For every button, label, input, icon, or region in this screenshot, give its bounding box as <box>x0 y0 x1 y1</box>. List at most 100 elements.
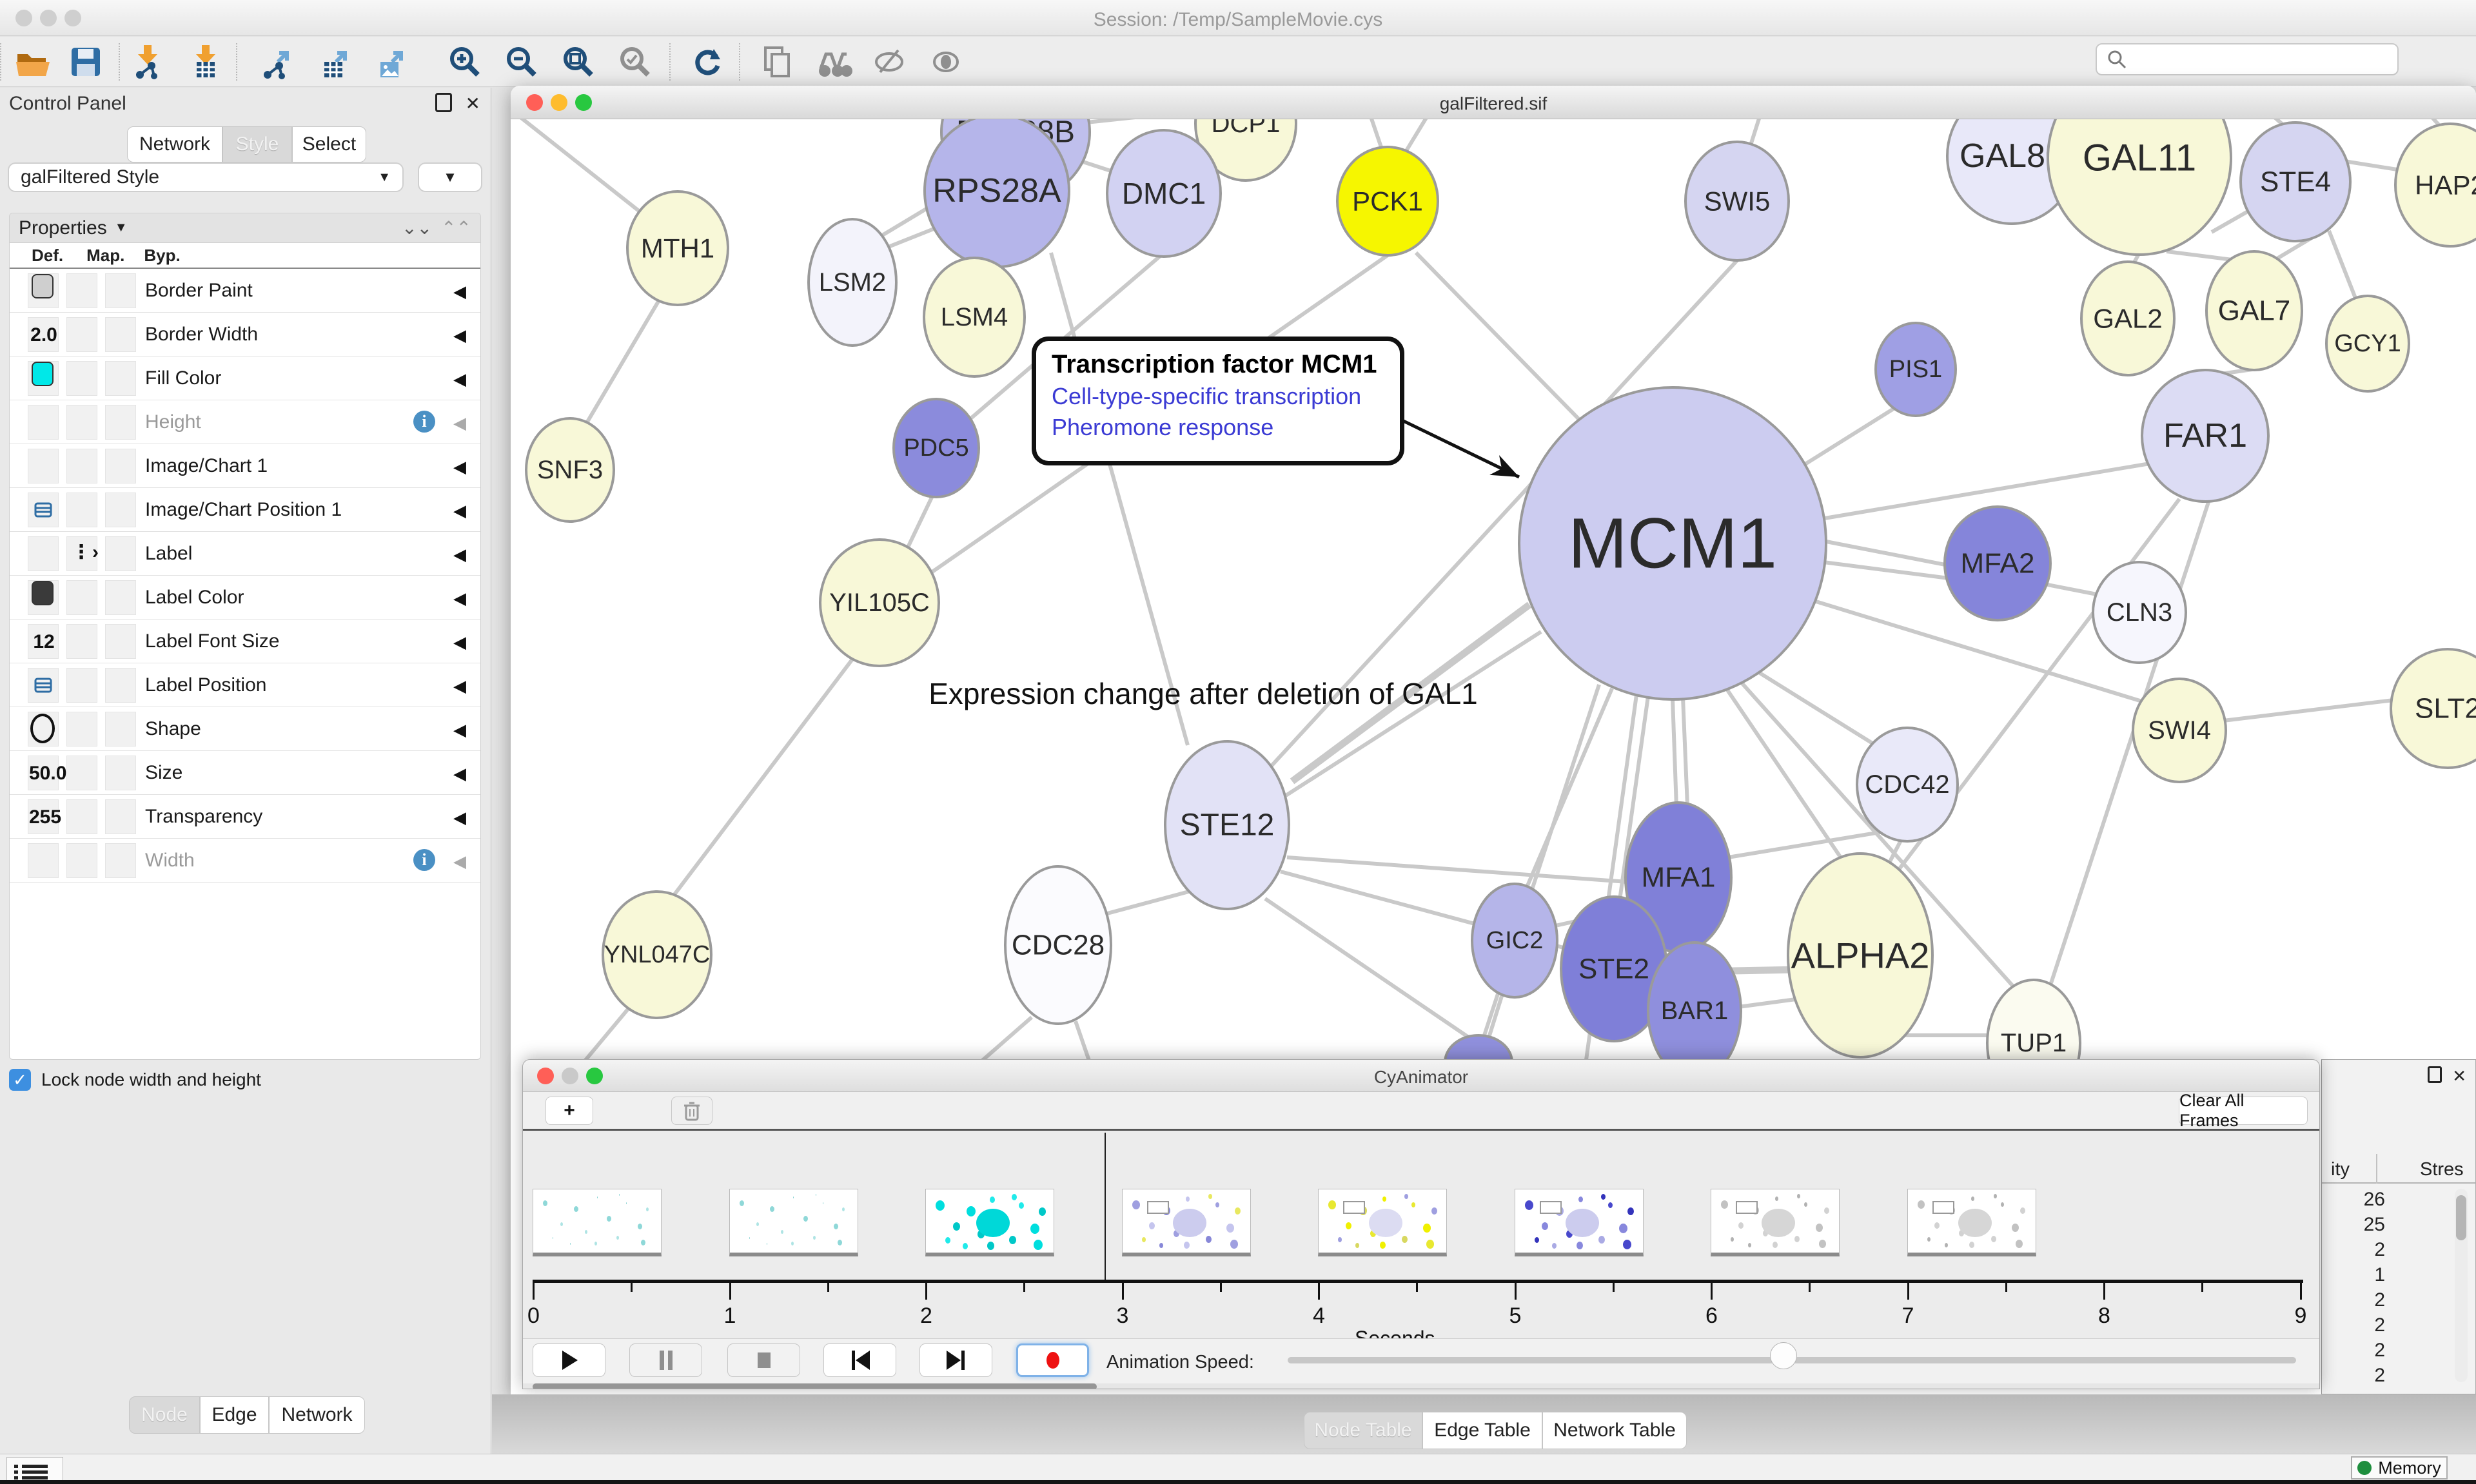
default-value-swatch[interactable] <box>32 274 54 298</box>
skip-to-end-button[interactable] <box>919 1343 992 1377</box>
delete-frame-button[interactable] <box>671 1097 712 1125</box>
network-edge[interactable] <box>1673 699 1676 807</box>
discrete-mapping-icon[interactable]: ⋮› <box>72 541 100 563</box>
zoom-in-button[interactable] <box>445 42 485 82</box>
expand-property-icon[interactable]: ◀ <box>453 326 466 346</box>
property-cell[interactable] <box>105 405 136 440</box>
network-node-cdc28[interactable]: CDC28 <box>1005 866 1111 1024</box>
network-edge[interactable] <box>1823 562 1954 579</box>
properties-header[interactable]: Properties ▼ ⌄⌄ ⌃⌃ <box>10 213 480 243</box>
property-cell[interactable] <box>66 317 97 352</box>
network-node-swi4[interactable]: SWI4 <box>2133 679 2226 782</box>
network-node-lsm2[interactable]: LSM2 <box>809 219 896 346</box>
network-edge[interactable] <box>667 652 858 904</box>
property-row-image-chart-position-1[interactable]: Image/Chart Position 1◀ <box>10 488 480 532</box>
float-panel-icon[interactable] <box>435 93 452 112</box>
play-button[interactable] <box>533 1343 605 1377</box>
style-options-button[interactable]: ▼ <box>418 162 482 192</box>
property-row-border-width[interactable]: 2.0Border Width◀ <box>10 313 480 356</box>
property-cell[interactable] <box>66 843 97 878</box>
network-edge[interactable] <box>980 1017 1032 1062</box>
property-cell[interactable] <box>105 493 136 527</box>
default-value-text[interactable]: 2.0 <box>29 324 59 346</box>
table-scrollbar-thumb[interactable] <box>2456 1195 2466 1240</box>
network-edge[interactable] <box>1799 407 1896 468</box>
expand-property-icon[interactable]: ◀ <box>453 852 466 872</box>
refresh-button[interactable] <box>687 42 727 82</box>
network-node-slt2[interactable]: SLT2 <box>2391 649 2476 768</box>
property-cell[interactable] <box>105 273 136 308</box>
network-node-pck1[interactable]: PCK1 <box>1337 147 1438 255</box>
animation-speed-knob[interactable] <box>1770 1342 1797 1369</box>
network-edge[interactable] <box>1403 119 1443 156</box>
network-node-ynl047c[interactable]: YNL047C <box>603 892 711 1018</box>
panel-tab-edge[interactable]: Edge <box>200 1396 269 1434</box>
table-cell-value[interactable]: 2 <box>2327 1289 2385 1311</box>
record-button[interactable] <box>1016 1343 1089 1377</box>
property-row-label-position[interactable]: Label Position◀ <box>10 663 480 707</box>
network-node-ste4[interactable]: STE4 <box>2241 122 2350 241</box>
network-node-mth1[interactable]: MTH1 <box>627 191 728 305</box>
pause-button[interactable] <box>629 1343 702 1377</box>
save-session-button[interactable] <box>66 42 106 82</box>
annotation-box[interactable]: Transcription factor MCM1 Cell-type-spec… <box>1032 337 1404 465</box>
memory-button[interactable]: Memory <box>2351 1456 2448 1479</box>
property-cell[interactable] <box>105 317 136 352</box>
zoom-selected-button[interactable] <box>615 42 655 82</box>
table-tab-node-table[interactable]: Node Table <box>1304 1412 1422 1449</box>
expand-property-icon[interactable]: ◀ <box>453 413 466 433</box>
network-node-hap2[interactable]: HAP2 <box>2395 124 2476 246</box>
expand-property-icon[interactable]: ◀ <box>453 764 466 784</box>
expand-property-icon[interactable]: ◀ <box>453 632 466 652</box>
table-cell-value[interactable]: 2 <box>2327 1365 2385 1387</box>
network-node-mfa2[interactable]: MFA2 <box>1945 507 2050 620</box>
network-node-mcm1[interactable]: MCM1 <box>1519 387 1826 699</box>
property-cell[interactable] <box>66 449 97 483</box>
close-panel-icon[interactable]: ✕ <box>466 93 480 114</box>
property-cell[interactable] <box>66 580 97 615</box>
add-frame-button[interactable]: + <box>545 1097 593 1125</box>
stop-button[interactable] <box>727 1343 800 1377</box>
timeline-frame-6[interactable] <box>1711 1189 1840 1256</box>
float-panel-icon[interactable] <box>2428 1066 2442 1083</box>
network-edge[interactable] <box>1758 672 1878 747</box>
network-edge[interactable] <box>1100 890 1196 915</box>
property-cell[interactable] <box>66 493 97 527</box>
network-edge[interactable] <box>2223 700 2393 721</box>
table-cell-value[interactable]: 26 <box>2327 1189 2385 1211</box>
network-node-rps28a[interactable]: RPS28A <box>925 119 1069 267</box>
property-cell[interactable] <box>28 536 59 571</box>
property-row-image-chart-1[interactable]: Image/Chart 1◀ <box>10 444 480 488</box>
export-table-button[interactable] <box>315 42 355 82</box>
network-node-snf3[interactable]: SNF3 <box>526 418 614 522</box>
property-cell[interactable] <box>66 405 97 440</box>
property-row-size[interactable]: 50.0Size◀ <box>10 751 480 795</box>
default-value-text[interactable]: 12 <box>29 631 59 653</box>
find-button[interactable] <box>814 42 854 82</box>
style-dropdown[interactable]: galFiltered Style ▼ <box>8 162 404 192</box>
copy-button[interactable] <box>757 42 797 82</box>
tab-style[interactable]: Style <box>222 126 292 162</box>
export-image-button[interactable] <box>371 42 411 82</box>
network-node-ste12[interactable]: STE12 <box>1165 741 1289 909</box>
timeline-frame-7[interactable] <box>1907 1189 2036 1256</box>
property-row-height[interactable]: Heighti◀ <box>10 400 480 444</box>
info-icon[interactable]: i <box>413 849 435 871</box>
property-cell[interactable] <box>105 843 136 878</box>
network-edge[interactable] <box>1287 857 1627 882</box>
network-node-cln3[interactable]: CLN3 <box>2093 562 2186 663</box>
column-divider[interactable] <box>2376 1154 2377 1184</box>
zoom-fit-button[interactable] <box>558 42 598 82</box>
timeline[interactable] <box>523 1131 2319 1338</box>
property-cell[interactable] <box>28 449 59 483</box>
default-value-position[interactable] <box>34 678 52 693</box>
network-node-yil105c[interactable]: YIL105C <box>820 540 939 666</box>
property-cell[interactable] <box>105 624 136 659</box>
default-value-position[interactable] <box>34 502 52 518</box>
timeline-frame-5[interactable] <box>1515 1189 1644 1256</box>
network-node-alpha2[interactable]: ALPHA2 <box>1788 854 1932 1057</box>
expand-property-icon[interactable]: ◀ <box>453 282 466 302</box>
expand-property-icon[interactable]: ◀ <box>453 545 466 565</box>
network-node-pdc5[interactable]: PDC5 <box>894 399 979 497</box>
property-row-fill-color[interactable]: Fill Color◀ <box>10 356 480 400</box>
